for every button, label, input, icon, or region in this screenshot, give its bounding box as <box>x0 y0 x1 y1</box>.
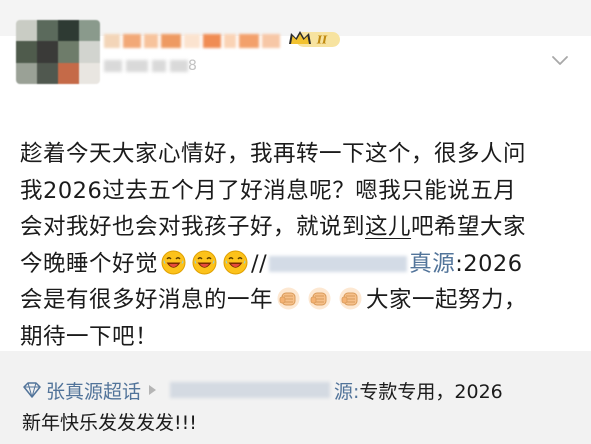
post-line: 我2026过去五个月了好消息呢？嗯我只能说五月 <box>20 177 517 204</box>
diamond-topic-icon <box>23 382 41 398</box>
post-text: 会是有很多好消息的一年 <box>20 287 274 313</box>
post-line: 今晚睡个好觉 // 真源:2026 <box>20 246 580 283</box>
topic-text: 专款专用，2026 <box>359 380 503 403</box>
post-body: 趁着今天大家心情好，我再转一下这个，很多人问 我2026过去五个月了好消息呢？嗯… <box>20 136 580 355</box>
arrow-right-icon <box>149 385 157 395</box>
post-line: 期待一下吧！ <box>20 323 159 350</box>
post-text: :2026 <box>455 250 523 277</box>
mention-link[interactable]: 源: <box>334 377 359 404</box>
fist-bump-emoji-icon <box>339 287 362 310</box>
post-meta <box>104 58 190 74</box>
fist-bump-emoji-icon <box>277 287 300 310</box>
fist-bump-emoji-icon <box>308 287 331 310</box>
repost-slashes: // <box>251 250 268 277</box>
topic-text-line2: 新年快乐发发发发!!! <box>22 412 197 434</box>
mention-link[interactable]: 真源 <box>409 251 455 277</box>
post-meta-suffix: 8 <box>188 58 197 74</box>
super-topic-link[interactable]: 张真源超话 <box>46 377 141 404</box>
username[interactable] <box>104 30 280 52</box>
laughing-emoji-icon <box>223 250 248 274</box>
post-line: 会是有很多好消息的一年 大家一起努力， <box>20 282 580 319</box>
vip-crown-badge-icon: II <box>289 31 340 47</box>
laughing-emoji-icon <box>192 250 217 274</box>
post-text: 吧希望大家 <box>411 214 527 240</box>
super-topic-row[interactable]: 张真源超话 源: 专款专用，2026 <box>22 376 503 404</box>
redacted-mention[interactable] <box>269 256 408 272</box>
weibo-post-screen: II 8 趁着今天大家心情好，我再转一下这个，很多人问 我2026过去五个月了好… <box>0 0 591 444</box>
svg-text:II: II <box>316 34 328 47</box>
laughing-emoji-icon <box>161 250 186 274</box>
post-text: 会对我好也会对我孩子好，就说到 <box>20 214 366 240</box>
post-text: 大家一起努力， <box>366 287 528 313</box>
underlined-text: 这儿 <box>365 214 412 240</box>
post-text: 今晚睡个好觉 <box>20 250 159 277</box>
chevron-down-icon[interactable] <box>550 54 570 68</box>
avatar[interactable] <box>16 20 100 84</box>
post-line: 会对我好也会对我孩子好，就说到这儿吧希望大家 <box>20 209 580 246</box>
post-line: 趁着今天大家心情好，我再转一下这个，很多人问 <box>20 141 527 167</box>
redacted-name[interactable] <box>170 382 331 398</box>
